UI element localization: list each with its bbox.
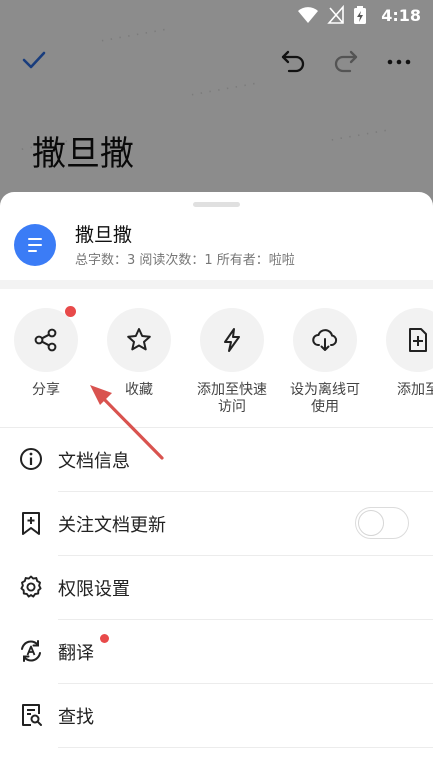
actions-row: 分享 收藏 添加至快速 访问 设为离线可 使用 添加至 [0, 306, 433, 428]
translate-icon [21, 640, 41, 662]
menu-item-label: 翻译 [58, 643, 94, 664]
document-actions-sheet: 撒旦撒 总字数：3 阅读次数：1 所有者：啦啦 分享 收藏 添加至快速 访问 设… [0, 192, 433, 769]
status-icons [297, 5, 367, 25]
battery-charging-icon [354, 6, 366, 24]
favorite-button[interactable] [107, 308, 171, 372]
add-file-icon [409, 328, 427, 352]
toggle-knob [358, 510, 384, 536]
quick-access-label: 添加至快速 访问 [197, 382, 267, 415]
notification-dot [100, 634, 109, 643]
notification-dot [65, 306, 76, 317]
offline-label: 设为离线可 使用 [290, 382, 360, 415]
info-icon [20, 448, 42, 470]
menu-item-label: 权限设置 [58, 579, 130, 600]
quick-access-button[interactable] [200, 308, 264, 372]
menu-item-label: 关注文档更新 [58, 515, 166, 536]
offline-button[interactable] [293, 308, 357, 372]
add-to-action[interactable]: 添加至 [373, 308, 433, 399]
share-button[interactable] [14, 306, 78, 372]
menu-item-follow-updates[interactable]: 关注文档更新 [0, 492, 433, 556]
gear-icon [20, 575, 42, 598]
sheet-document-title: 撒旦撒 [75, 224, 133, 246]
favorite-action[interactable]: 收藏 [94, 308, 184, 399]
wifi-icon [298, 7, 318, 23]
menu-item-translate[interactable]: 翻译 [0, 620, 433, 684]
menu-item-permissions[interactable]: 权限设置 [0, 556, 433, 620]
document-icon [14, 224, 56, 266]
lightning-icon [224, 328, 240, 352]
status-time: 4:18 [381, 6, 421, 25]
signal-off-icon [327, 5, 344, 24]
menu-item-find[interactable]: 查找 [0, 684, 433, 748]
menu-item-document-info[interactable]: 文档信息 [0, 428, 433, 492]
section-separator [0, 280, 433, 289]
quick-access-action[interactable]: 添加至快速 访问 [187, 308, 277, 416]
favorite-label: 收藏 [125, 382, 153, 398]
add-to-label: 添加至 [397, 382, 433, 398]
menu-item-label: 文档信息 [58, 451, 130, 472]
sheet-drag-handle[interactable] [193, 202, 240, 207]
share-icon [34, 328, 57, 352]
share-label: 分享 [32, 382, 60, 398]
offline-action[interactable]: 设为离线可 使用 [280, 308, 370, 416]
status-bar: 4:18 [0, 0, 433, 32]
follow-updates-toggle[interactable] [355, 507, 409, 539]
find-in-doc-icon [22, 704, 42, 726]
bookmark-add-icon [22, 512, 40, 535]
star-icon [127, 328, 151, 351]
cloud-download-icon [312, 329, 338, 351]
share-action[interactable]: 分享 [1, 306, 91, 399]
divider [58, 747, 433, 748]
menu-item-label: 查找 [58, 707, 94, 728]
add-to-button[interactable] [386, 308, 433, 372]
document-meta: 总字数：3 阅读次数：1 所有者：啦啦 [75, 253, 295, 268]
